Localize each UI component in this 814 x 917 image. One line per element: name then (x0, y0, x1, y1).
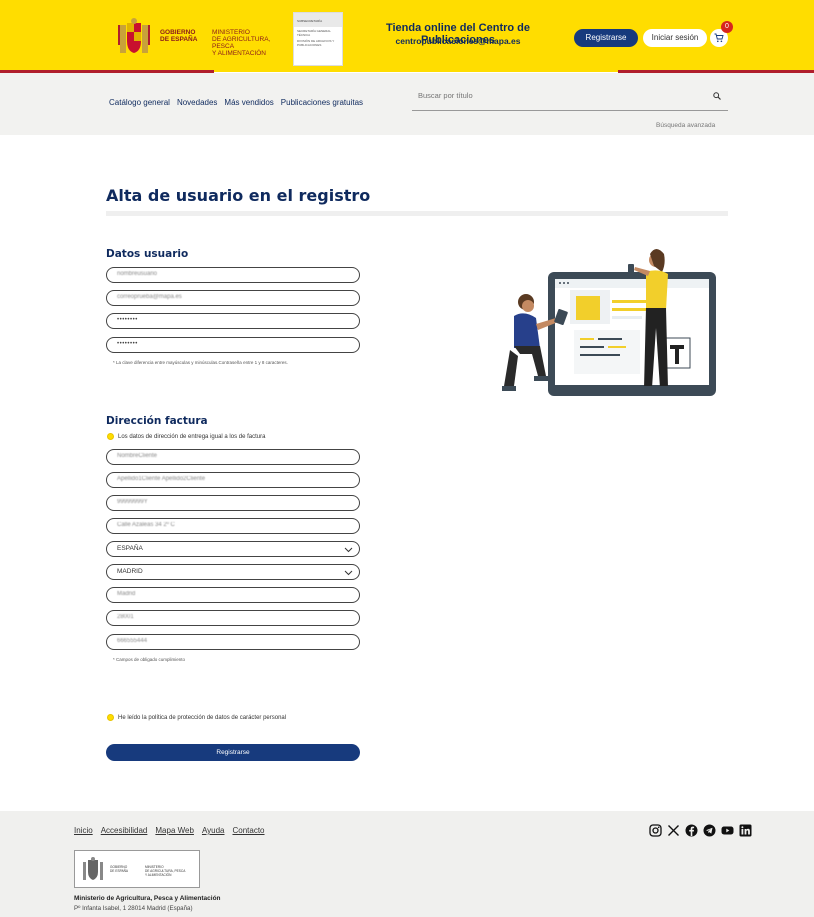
password-repeat-field[interactable]: •••••••• (106, 337, 360, 353)
government-label: GOBIERNO DE ESPAÑA (160, 29, 198, 43)
store-email-link[interactable]: centropublicaciones@mapa.es (358, 36, 558, 46)
password-value: •••••••• (117, 317, 138, 323)
footer-address: Pº Infanta Isabel, 1 28014 Madrid (Españ… (74, 905, 193, 912)
billing-section-title: Dirección factura (106, 415, 208, 427)
facebook-icon[interactable] (685, 824, 698, 837)
nif-field[interactable] (106, 495, 360, 511)
nav-item-novedades[interactable]: Novedades (177, 98, 217, 107)
social-links (649, 824, 752, 837)
username-input[interactable] (117, 271, 337, 277)
first-name-input[interactable] (117, 453, 337, 459)
email-field[interactable] (106, 290, 360, 306)
title-divider (106, 211, 728, 216)
username-field[interactable] (106, 267, 360, 283)
chevron-down-icon (344, 547, 353, 553)
password-note: * La clave diferencia entre mayúsculas y… (113, 360, 288, 365)
privacy-label: He leído la política de protección de da… (118, 714, 287, 721)
subsecretaria-logo: SUBSECRETARÍA SECRETARÍA GENERAL TÉCNICA… (293, 12, 343, 66)
linkedin-icon[interactable] (739, 824, 752, 837)
ministry-label: MINISTERIO DE AGRICULTURA, PESCA Y ALIME… (212, 29, 271, 57)
instagram-icon[interactable] (649, 824, 662, 837)
register-button[interactable]: Registrarse (574, 29, 638, 47)
surnames-field[interactable] (106, 472, 360, 488)
footer-ministry-label: MINISTERIO DE AGRICULTURA, PESCA Y ALIME… (145, 865, 186, 877)
city-input[interactable] (117, 591, 337, 597)
province-select[interactable]: MADRID (106, 564, 360, 580)
country-value: ESPAÑA (117, 545, 143, 552)
search-icon[interactable] (713, 92, 721, 100)
privacy-checkbox[interactable] (107, 714, 114, 721)
coat-of-arms-icon (118, 18, 150, 53)
nav-item-catalogo[interactable]: Catálogo general (109, 98, 170, 107)
footer-link-inicio[interactable]: Inicio (74, 826, 93, 835)
country-select[interactable]: ESPAÑA (106, 541, 360, 557)
nav-item-gratuitas[interactable]: Publicaciones gratuitas (281, 98, 363, 107)
search-box (412, 85, 728, 111)
government-logo[interactable]: GOBIERNO DE ESPAÑA MINISTERIO DE AGRICUL… (106, 15, 292, 59)
required-fields-note: * Campos de obligado cumplimiento (113, 657, 186, 662)
youtube-icon[interactable] (721, 824, 734, 837)
page: GOBIERNO DE ESPAÑA MINISTERIO DE AGRICUL… (0, 0, 814, 917)
postal-code-input[interactable] (117, 614, 337, 620)
surnames-input[interactable] (117, 476, 337, 482)
coat-of-arms-icon (83, 857, 103, 880)
footer-government-label: GOBIERNO DE ESPAÑA (110, 865, 129, 873)
cart-count-badge: 0 (721, 21, 733, 33)
subsecretaria-line: SECRETARÍA GENERAL TÉCNICA (297, 29, 331, 37)
email-input[interactable] (117, 294, 337, 300)
advanced-search-link[interactable]: Búsqueda avanzada (656, 122, 715, 129)
phone-input[interactable] (117, 638, 337, 644)
footer-organization: Ministerio de Agricultura, Pesca y Alime… (74, 895, 221, 902)
address-field[interactable] (106, 518, 360, 534)
address-input[interactable] (117, 522, 337, 528)
city-field[interactable] (106, 587, 360, 603)
cart-icon (714, 33, 724, 43)
footer-link-accesibilidad[interactable]: Accesibilidad (101, 826, 148, 835)
same-address-radio[interactable] (107, 433, 114, 440)
password-repeat-value: •••••••• (117, 341, 138, 347)
submit-register-button[interactable]: Registrarse (106, 744, 360, 761)
footer-link-mapa-web[interactable]: Mapa Web (155, 826, 194, 835)
first-name-field[interactable] (106, 449, 360, 465)
footer-government-logo[interactable]: GOBIERNO DE ESPAÑA MINISTERIO DE AGRICUL… (74, 850, 200, 888)
same-address-option[interactable]: Los datos de dirección de entrega igual … (107, 433, 265, 440)
same-address-label: Los datos de dirección de entrega igual … (118, 433, 266, 440)
page-title: Alta de usuario en el registro (106, 186, 371, 205)
privacy-option[interactable]: He leído la política de protección de da… (107, 714, 286, 721)
subsecretaria-heading: SUBSECRETARÍA (294, 13, 342, 27)
main-navigation: Catálogo general Novedades Más vendidos … (109, 98, 363, 107)
nif-input[interactable] (117, 499, 337, 505)
subsecretaria-line: DIVISIÓN DE ARCHIVOS Y PUBLICACIONES (297, 39, 335, 47)
postal-code-field[interactable] (106, 610, 360, 626)
province-value: MADRID (117, 568, 143, 575)
nav-item-mas-vendidos[interactable]: Más vendidos (224, 98, 273, 107)
password-field[interactable]: •••••••• (106, 313, 360, 329)
login-button[interactable]: Iniciar sesión (643, 29, 707, 47)
search-input[interactable] (418, 91, 698, 100)
user-section-title: Datos usuario (106, 248, 189, 260)
chevron-down-icon (344, 570, 353, 576)
footer-links: Inicio Accesibilidad Mapa Web Ayuda Cont… (74, 826, 265, 835)
telegram-icon[interactable] (703, 824, 716, 837)
footer-link-ayuda[interactable]: Ayuda (202, 826, 225, 835)
phone-field[interactable] (106, 634, 360, 650)
footer-link-contacto[interactable]: Contacto (232, 826, 264, 835)
registration-illustration (502, 249, 716, 396)
x-icon[interactable] (667, 824, 680, 837)
